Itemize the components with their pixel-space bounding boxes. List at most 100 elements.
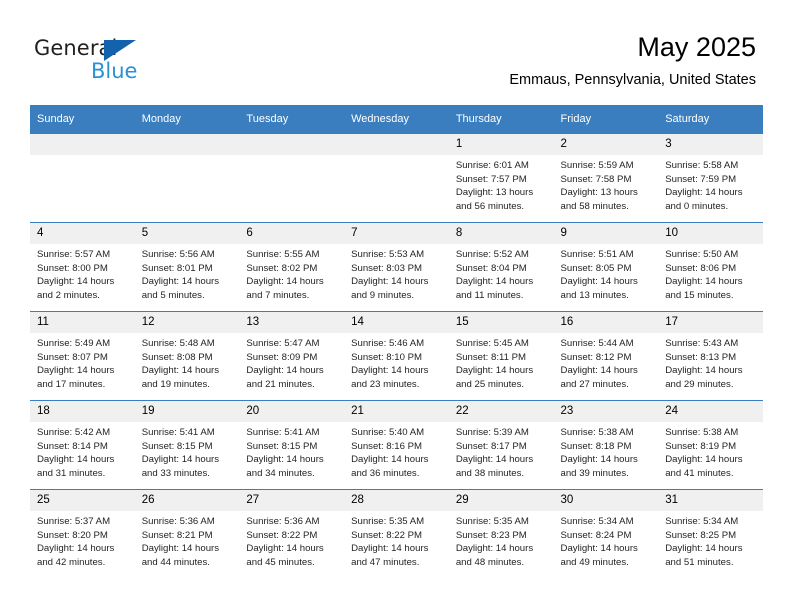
day-detail-daylight1: Daylight: 14 hours	[37, 365, 115, 377]
day-details: Sunrise: 5:45 AM Sunset: 8:11 PM Daylight:…	[449, 333, 554, 391]
calendar-day-cell[interactable]: 2 Sunrise: 5:59 AM Sunset: 7:58 PM Daylight…	[553, 133, 659, 223]
calendar-day-cell[interactable]: 9 Sunrise: 5:51 AM Sunset: 8:05 PM Daylight…	[553, 222, 659, 312]
day-detail-sunset: Sunset: 8:09 PM	[246, 351, 318, 363]
calendar-page: General Blue May 2025 Emmaus, Pennsylvan…	[0, 0, 792, 612]
general-blue-logo[interactable]: General Blue	[34, 36, 214, 84]
day-number	[134, 134, 240, 155]
day-detail-daylight2: and 41 minutes.	[665, 467, 734, 479]
day-details: Sunrise: 5:53 AM Sunset: 8:03 PM Daylight:…	[344, 244, 449, 302]
day-number: 26	[134, 490, 240, 511]
day-detail-sunset: Sunset: 8:13 PM	[665, 351, 737, 363]
day-detail-sunset: Sunset: 8:07 PM	[37, 351, 108, 363]
day-details: Sunrise: 6:01 AM Sunset: 7:57 PM Daylight:…	[449, 155, 554, 213]
calendar-day-cell[interactable]: 4 Sunrise: 5:57 AM Sunset: 8:00 PM Daylight…	[30, 222, 135, 312]
day-detail-sunset: Sunset: 8:21 PM	[141, 529, 213, 541]
day-detail-daylight2: and 48 minutes.	[455, 556, 525, 568]
calendar-day-cell[interactable]: 25 Sunrise: 5:37 AM Sunset: 8:20 PM Dayligh…	[30, 489, 135, 578]
day-number: 1	[448, 134, 554, 155]
day-detail-daylight1: Daylight: 14 hours	[246, 276, 324, 288]
day-number: 18	[30, 401, 135, 422]
calendar-day-cell[interactable]: 23 Sunrise: 5:38 AM Sunset: 8:18 PM Dayligh…	[553, 400, 659, 490]
day-detail-daylight1: Daylight: 14 hours	[665, 187, 743, 199]
calendar-week-row: 25 Sunrise: 5:37 AM Sunset: 8:20 PM Dayligh…	[30, 489, 763, 578]
day-detail-sunrise: Sunrise: 5:43 AM	[665, 338, 739, 349]
calendar-day-cell[interactable]: 21 Sunrise: 5:40 AM Sunset: 8:16 PM Dayligh…	[344, 400, 449, 490]
calendar-day-cell[interactable]: 8 Sunrise: 5:52 AM Sunset: 8:04 PM Daylight…	[448, 222, 554, 312]
day-detail-daylight1: Daylight: 14 hours	[455, 276, 534, 288]
day-detail-sunset: Sunset: 8:06 PM	[665, 262, 737, 274]
weekday-header-thursday: Thursday	[448, 105, 554, 134]
day-details: Sunrise: 5:59 AM Sunset: 7:58 PM Daylight:…	[554, 155, 659, 213]
calendar-day-cell[interactable]: 7 Sunrise: 5:53 AM Sunset: 8:03 PM Daylight…	[344, 222, 449, 312]
day-detail-sunrise: Sunrise: 5:56 AM	[141, 249, 215, 260]
day-detail-sunset: Sunset: 8:10 PM	[351, 351, 423, 363]
day-detail-daylight2: and 36 minutes.	[351, 467, 420, 479]
day-detail-daylight2: and 51 minutes.	[665, 556, 734, 568]
calendar-day-cell[interactable]: 22 Sunrise: 5:39 AM Sunset: 8:17 PM Dayligh…	[448, 400, 554, 490]
calendar-day-cell[interactable]: 13 Sunrise: 5:47 AM Sunset: 8:09 PM Dayligh…	[239, 311, 345, 401]
calendar-day-cell[interactable]: 24 Sunrise: 5:38 AM Sunset: 8:19 PM Dayligh…	[658, 400, 763, 490]
calendar-day-cell[interactable]: 31 Sunrise: 5:34 AM Sunset: 8:25 PM Dayligh…	[658, 489, 763, 578]
day-details: Sunrise: 5:47 AM Sunset: 8:09 PM Daylight:…	[239, 333, 344, 391]
day-detail-daylight2: and 25 minutes.	[455, 378, 525, 390]
calendar-day-cell[interactable]: 20 Sunrise: 5:41 AM Sunset: 8:15 PM Dayligh…	[239, 400, 345, 490]
day-detail-sunrise: Sunrise: 5:51 AM	[560, 249, 634, 260]
calendar-day-cell[interactable]: 3 Sunrise: 5:58 AM Sunset: 7:59 PM Daylight…	[658, 133, 763, 223]
day-detail-daylight1: Daylight: 14 hours	[560, 543, 638, 555]
day-details: Sunrise: 5:36 AM Sunset: 8:22 PM Daylight:…	[239, 511, 344, 569]
day-details: Sunrise: 5:37 AM Sunset: 8:20 PM Daylight:…	[30, 511, 135, 569]
calendar-day-cell[interactable]: 17 Sunrise: 5:43 AM Sunset: 8:13 PM Dayligh…	[658, 311, 763, 401]
calendar-day-cell[interactable]: 27 Sunrise: 5:36 AM Sunset: 8:22 PM Dayligh…	[239, 489, 345, 578]
day-detail-daylight1: Daylight: 14 hours	[37, 454, 115, 466]
day-detail-sunrise: Sunrise: 5:48 AM	[141, 338, 215, 349]
day-details: Sunrise: 5:50 AM Sunset: 8:06 PM Daylight:…	[658, 244, 763, 302]
day-detail-sunrise: Sunrise: 5:58 AM	[665, 160, 739, 171]
day-detail-sunset: Sunset: 8:18 PM	[560, 440, 632, 452]
day-detail-sunset: Sunset: 7:57 PM	[455, 173, 527, 185]
day-detail-daylight2: and 39 minutes.	[560, 467, 629, 479]
day-detail-sunset: Sunset: 8:19 PM	[665, 440, 737, 452]
day-detail-sunrise: Sunrise: 5:57 AM	[37, 249, 111, 260]
day-detail-daylight1: Daylight: 14 hours	[246, 365, 324, 377]
day-detail-daylight2: and 33 minutes.	[141, 467, 210, 479]
day-details: Sunrise: 5:38 AM Sunset: 8:19 PM Daylight:…	[658, 422, 763, 480]
calendar-grid: Sunday Monday Tuesday Wednesday Thursday…	[30, 105, 763, 578]
calendar-day-cell[interactable]: 6 Sunrise: 5:55 AM Sunset: 8:02 PM Daylight…	[239, 222, 345, 312]
calendar-day-cell[interactable]: 18 Sunrise: 5:42 AM Sunset: 8:14 PM Dayligh…	[30, 400, 135, 490]
day-number: 11	[30, 312, 135, 333]
day-detail-daylight1: Daylight: 14 hours	[141, 365, 220, 377]
day-detail-daylight1: Daylight: 14 hours	[560, 454, 638, 466]
calendar-day-cell[interactable]: 1 Sunrise: 6:01 AM Sunset: 7:57 PM Daylight…	[448, 133, 554, 223]
calendar-day-cell[interactable]: 19 Sunrise: 5:41 AM Sunset: 8:15 PM Dayligh…	[134, 400, 240, 490]
calendar-week-row: 4 Sunrise: 5:57 AM Sunset: 8:00 PM Daylight…	[30, 222, 763, 312]
calendar-day-cell[interactable]: 26 Sunrise: 5:36 AM Sunset: 8:21 PM Dayligh…	[134, 489, 240, 578]
day-detail-sunrise: Sunrise: 5:36 AM	[141, 516, 215, 527]
day-detail-daylight2: and 38 minutes.	[455, 467, 525, 479]
day-details: Sunrise: 5:52 AM Sunset: 8:04 PM Daylight:…	[449, 244, 554, 302]
day-number: 4	[30, 223, 135, 244]
day-detail-sunset: Sunset: 8:14 PM	[37, 440, 108, 452]
day-details: Sunrise: 5:48 AM Sunset: 8:08 PM Daylight:…	[135, 333, 240, 391]
day-detail-daylight1: Daylight: 14 hours	[141, 543, 220, 555]
calendar-day-cell[interactable]: 15 Sunrise: 5:45 AM Sunset: 8:11 PM Dayligh…	[448, 311, 554, 401]
calendar-day-cell[interactable]: 29 Sunrise: 5:35 AM Sunset: 8:23 PM Dayligh…	[448, 489, 554, 578]
day-detail-sunset: Sunset: 8:03 PM	[351, 262, 423, 274]
calendar-day-cell[interactable]: 28 Sunrise: 5:35 AM Sunset: 8:22 PM Dayligh…	[344, 489, 449, 578]
calendar-day-cell[interactable]: 16 Sunrise: 5:44 AM Sunset: 8:12 PM Dayligh…	[553, 311, 659, 401]
day-detail-sunset: Sunset: 8:16 PM	[351, 440, 423, 452]
calendar-day-cell[interactable]: 5 Sunrise: 5:56 AM Sunset: 8:01 PM Daylight…	[134, 222, 240, 312]
day-detail-daylight1: Daylight: 14 hours	[455, 365, 534, 377]
day-detail-daylight2: and 23 minutes.	[351, 378, 420, 390]
calendar-day-cell[interactable]: 14 Sunrise: 5:46 AM Sunset: 8:10 PM Dayligh…	[344, 311, 449, 401]
calendar-cell-empty	[239, 133, 345, 223]
day-detail-daylight1: Daylight: 14 hours	[665, 365, 743, 377]
calendar-day-cell[interactable]: 12 Sunrise: 5:48 AM Sunset: 8:08 PM Dayligh…	[134, 311, 240, 401]
calendar-day-cell[interactable]: 11 Sunrise: 5:49 AM Sunset: 8:07 PM Dayligh…	[30, 311, 135, 401]
day-detail-sunrise: Sunrise: 5:42 AM	[37, 427, 111, 438]
calendar-day-cell[interactable]: 30 Sunrise: 5:34 AM Sunset: 8:24 PM Dayligh…	[553, 489, 659, 578]
day-detail-daylight2: and 13 minutes.	[560, 289, 629, 301]
day-number: 31	[658, 490, 763, 511]
day-detail-daylight2: and 42 minutes.	[37, 556, 106, 568]
calendar-day-cell[interactable]: 10 Sunrise: 5:50 AM Sunset: 8:06 PM Dayligh…	[658, 222, 763, 312]
day-detail-sunset: Sunset: 8:02 PM	[246, 262, 318, 274]
